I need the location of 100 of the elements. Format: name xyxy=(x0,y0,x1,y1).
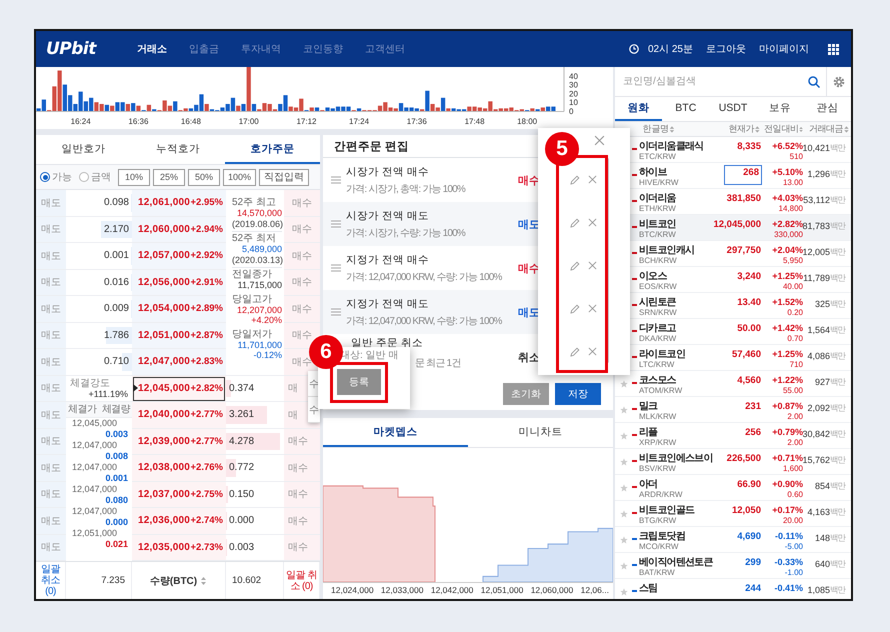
drag-handle-icon[interactable] xyxy=(331,308,341,316)
sell-button[interactable]: 매도 xyxy=(36,216,66,243)
scrollbar[interactable] xyxy=(606,158,609,363)
star-icon[interactable] xyxy=(620,536,628,544)
nav-link[interactable]: 코인동향 xyxy=(292,42,354,56)
price-cell[interactable]: 12,054,000+2.89% xyxy=(132,296,226,322)
sort-icon[interactable] xyxy=(844,126,849,132)
reset-button[interactable]: 초기화 xyxy=(503,383,549,405)
sell-button[interactable]: 매도 xyxy=(36,349,66,376)
change-rate: +0.90% xyxy=(772,479,803,490)
search-icon[interactable] xyxy=(808,76,820,88)
star-icon[interactable] xyxy=(620,406,628,414)
edit-button[interactable] xyxy=(570,218,580,228)
save-button[interactable]: 저장 xyxy=(555,383,601,405)
sell-button[interactable]: 매도 xyxy=(36,508,66,534)
price-cell[interactable]: 12,039,000+2.77% xyxy=(132,428,226,455)
delete-button[interactable] xyxy=(588,218,597,227)
column-header[interactable]: 전일대비 xyxy=(764,122,798,136)
price-cell[interactable]: 12,057,000+2.92% xyxy=(132,243,226,270)
price-cell[interactable]: 12,045,000+2.82% xyxy=(132,376,226,402)
price-cell[interactable]: 12,047,000+2.83% xyxy=(132,349,226,376)
price-cell[interactable]: 12,036,000+2.74% xyxy=(132,508,226,534)
grid-menu-icon[interactable] xyxy=(828,44,839,54)
edit-button[interactable] xyxy=(570,260,580,270)
sell-button[interactable]: 매도 xyxy=(36,402,66,428)
drag-handle-icon[interactable] xyxy=(331,176,341,184)
price-cell[interactable]: 12,056,000+2.91% xyxy=(132,270,226,296)
coin-symbol: ETH/KRW xyxy=(639,204,677,214)
column-header[interactable]: 한글명 xyxy=(642,122,668,136)
stat-note: (2020.03.13) xyxy=(232,254,282,265)
delete-button[interactable] xyxy=(588,304,597,313)
sell-button[interactable]: 매도 xyxy=(36,322,66,349)
column-header[interactable]: 거래대금 xyxy=(809,122,844,136)
star-icon[interactable] xyxy=(620,432,628,440)
nav-link[interactable]: 고객센터 xyxy=(354,42,416,56)
price-cell[interactable]: 12,038,000+2.76% xyxy=(132,455,226,482)
stat-note: (2019.08.06) xyxy=(232,218,282,229)
coin-symbol: LTC/KRW xyxy=(639,360,676,370)
buy-button[interactable]: 매수 xyxy=(284,508,320,534)
star-icon[interactable] xyxy=(620,458,628,466)
preset-button[interactable]: 50% xyxy=(188,168,220,186)
sell-button[interactable]: 매도 xyxy=(36,243,66,270)
price-cell[interactable]: 12,060,000+2.94% xyxy=(132,216,226,243)
delete-button[interactable] xyxy=(588,175,597,184)
nav-link[interactable]: 입출금 xyxy=(178,42,230,56)
buy-button[interactable]: 매수 xyxy=(284,216,320,243)
preset-button[interactable]: 직접입력 xyxy=(259,168,310,186)
edit-button[interactable] xyxy=(570,304,580,314)
star-icon[interactable] xyxy=(620,588,628,596)
preset-button[interactable]: 100% xyxy=(223,168,256,186)
close-button[interactable] xyxy=(594,135,605,146)
sell-button[interactable]: 매도 xyxy=(36,534,66,561)
coin-symbol: ARDR/KRW xyxy=(639,490,684,500)
sell-button[interactable]: 매도 xyxy=(36,190,66,216)
star-icon[interactable] xyxy=(620,380,628,388)
buy-button[interactable]: 매수 xyxy=(284,296,320,322)
price-cell[interactable]: 12,035,000+2.73% xyxy=(132,534,226,561)
sort-icon[interactable] xyxy=(799,126,803,132)
header-link[interactable]: 마이페이지 xyxy=(759,42,809,56)
change-amount: 55.00 xyxy=(782,386,803,396)
buy-button[interactable]: 매수 xyxy=(284,534,320,561)
volume-unit: 백만 xyxy=(830,142,846,154)
column-header[interactable]: 현재가 xyxy=(728,122,754,136)
price-cell[interactable]: 12,040,000+2.77% xyxy=(132,402,226,428)
buy-button[interactable]: 매수 xyxy=(284,243,320,270)
sell-button[interactable]: 매도 xyxy=(36,428,66,455)
buy-button[interactable]: 매수 xyxy=(284,428,320,455)
sort-icon[interactable] xyxy=(755,126,760,132)
radio-button[interactable] xyxy=(40,172,50,182)
drag-handle-icon[interactable] xyxy=(331,220,341,228)
delete-button[interactable] xyxy=(588,261,597,270)
logo[interactable]: UPbit xyxy=(46,39,96,59)
sell-button[interactable]: 매도 xyxy=(36,296,66,322)
star-icon[interactable] xyxy=(620,562,628,570)
preset-button[interactable]: 10% xyxy=(118,168,150,186)
header-link[interactable]: 로그아웃 xyxy=(706,42,746,56)
sell-button[interactable]: 매도 xyxy=(36,270,66,296)
drag-handle-icon[interactable] xyxy=(331,264,341,272)
sort-icon[interactable] xyxy=(669,126,674,132)
radio-button[interactable] xyxy=(79,172,89,182)
register-button[interactable]: 등록 xyxy=(337,369,381,395)
star-icon[interactable] xyxy=(620,510,628,518)
edit-button[interactable] xyxy=(570,174,580,184)
buy-button[interactable]: 매수 xyxy=(284,270,320,296)
buy-button[interactable]: 매수 xyxy=(284,190,320,216)
nav-link[interactable]: 거래소 xyxy=(126,42,178,56)
buy-button[interactable]: 매수 xyxy=(284,455,320,482)
price-cell[interactable]: 12,051,000+2.87% xyxy=(132,322,226,349)
sell-button[interactable]: 매도 xyxy=(36,376,66,402)
price-cell[interactable]: 12,061,000+2.95% xyxy=(132,190,226,216)
delete-button[interactable] xyxy=(588,347,597,356)
sort-icon[interactable] xyxy=(200,576,208,584)
star-icon[interactable] xyxy=(620,484,628,492)
sell-button[interactable]: 매도 xyxy=(36,482,66,508)
edit-button[interactable] xyxy=(570,346,580,356)
buy-button[interactable]: 매수 xyxy=(284,482,320,508)
nav-link[interactable]: 투자내역 xyxy=(230,42,292,56)
sell-button[interactable]: 매도 xyxy=(36,455,66,482)
preset-button[interactable]: 25% xyxy=(153,168,185,186)
price-cell[interactable]: 12,037,000+2.75% xyxy=(132,482,226,508)
